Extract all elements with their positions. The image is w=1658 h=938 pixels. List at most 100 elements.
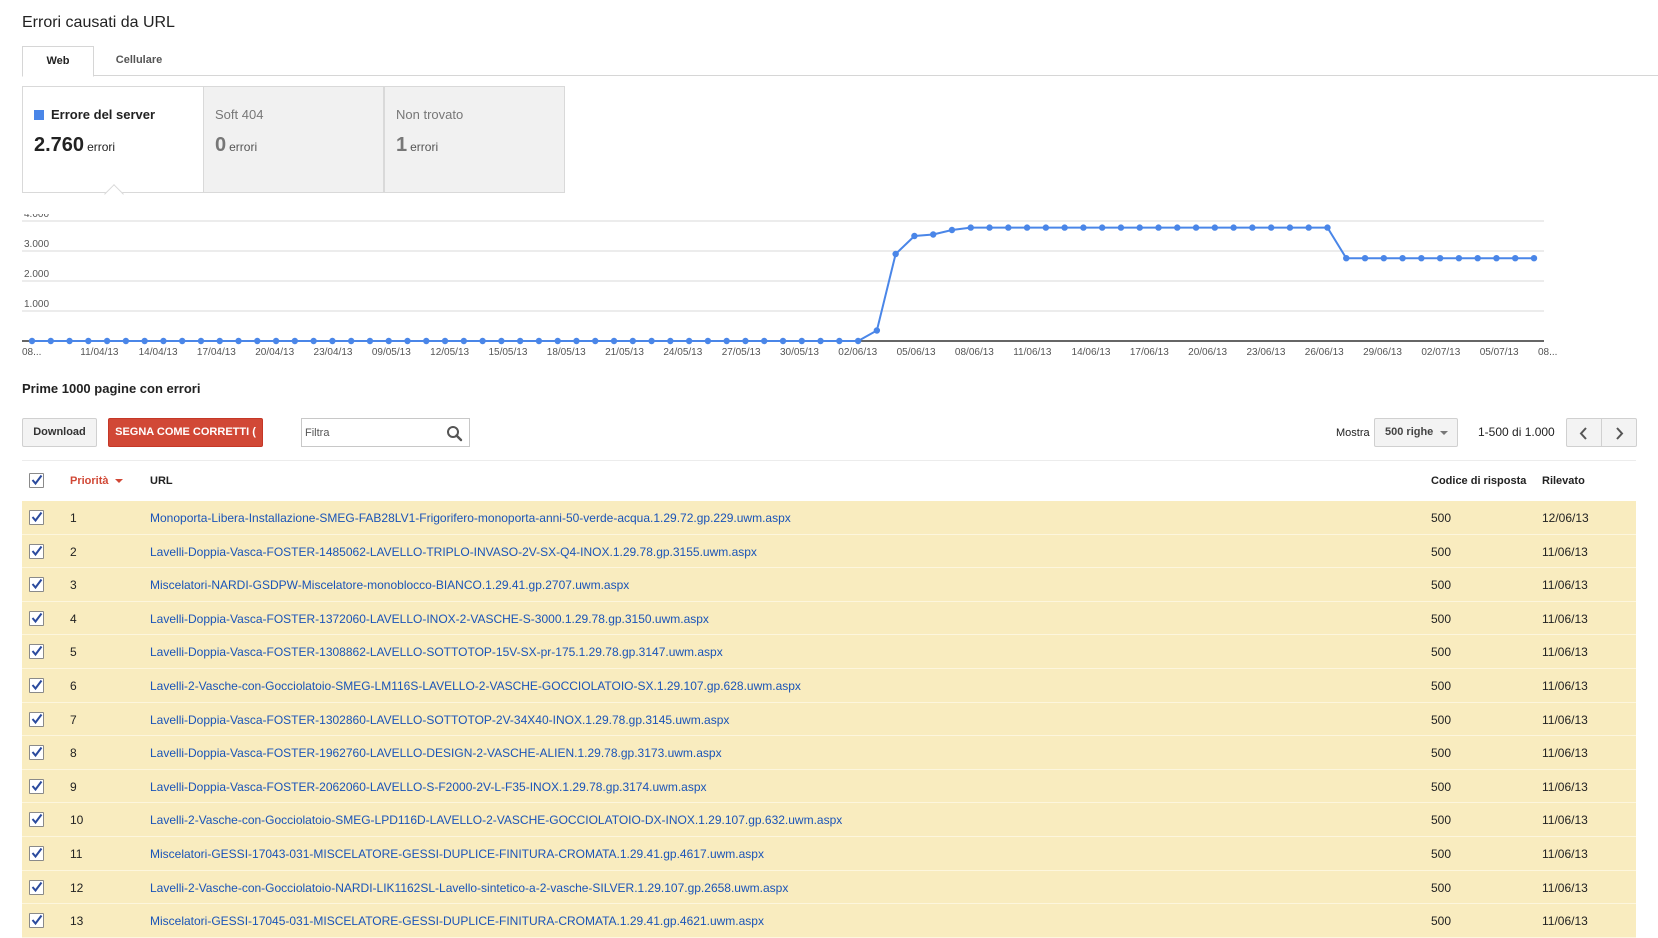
url-link[interactable]: Monoporta-Libera-Installazione-SMEG-FAB2…	[150, 511, 791, 525]
data-point	[404, 337, 411, 345]
rows-per-page-value: 500 righe	[1385, 426, 1434, 438]
priority-cell: 6	[70, 678, 77, 693]
x-tick-label: 15/05/13	[488, 347, 527, 358]
priority-column-header[interactable]: Priorità	[70, 475, 123, 487]
url-link[interactable]: Lavelli-Doppia-Vasca-FOSTER-2062060-LAVE…	[150, 780, 707, 794]
download-button[interactable]: Download	[22, 418, 97, 447]
data-point	[742, 337, 749, 345]
detected-date-cell: 11/06/13	[1542, 846, 1588, 861]
data-point	[535, 337, 543, 345]
priority-cell: 4	[70, 611, 77, 626]
url-link[interactable]: Miscelatori-NARDI-GSDPW-Miscelatore-mono…	[150, 578, 629, 592]
data-point	[1192, 224, 1200, 231]
data-point	[798, 337, 805, 345]
data-point	[85, 337, 92, 345]
data-point	[310, 337, 317, 345]
row-checkbox[interactable]	[29, 543, 44, 559]
search-icon[interactable]	[446, 425, 463, 442]
x-tick-label: 17/04/13	[197, 347, 236, 358]
check-icon	[31, 579, 43, 590]
row-checkbox[interactable]	[29, 812, 44, 828]
row-checkbox[interactable]	[29, 913, 44, 929]
data-point	[1512, 255, 1519, 262]
data-point	[592, 337, 599, 345]
row-checkbox[interactable]	[29, 745, 44, 761]
x-tick-label: 20/06/13	[1188, 347, 1227, 358]
x-tick-label: 05/06/13	[897, 347, 936, 358]
row-checkbox[interactable]	[29, 644, 44, 660]
url-link[interactable]: Lavelli-Doppia-Vasca-FOSTER-1302860-LAVE…	[150, 713, 729, 727]
data-point	[141, 337, 148, 345]
row-checkbox[interactable]	[29, 677, 44, 693]
next-page-button[interactable]	[1601, 418, 1637, 447]
data-point	[1399, 255, 1406, 262]
priority-cell: 9	[70, 779, 77, 794]
tab-web[interactable]: Web	[22, 46, 94, 77]
page-title: Errori causati da URL	[22, 14, 175, 31]
select-all-checkbox[interactable]	[29, 473, 44, 488]
pagination-range: 1-500 di 1.000	[1478, 425, 1555, 439]
url-link[interactable]: Lavelli-2-Vasche-con-Gocciolatoio-NARDI-…	[150, 881, 788, 895]
series-color-swatch	[34, 110, 44, 120]
x-tick-label: 14/04/13	[139, 347, 178, 358]
rows-per-page-select[interactable]: 500 righe	[1374, 418, 1458, 447]
chevron-right-icon	[1616, 427, 1624, 440]
previous-page-button[interactable]	[1566, 418, 1602, 447]
row-checkbox[interactable]	[29, 510, 44, 525]
url-link[interactable]: Lavelli-2-Vasche-con-Gocciolatoio-SMEG-L…	[150, 679, 801, 693]
detected-date-cell: 11/06/13	[1542, 746, 1588, 761]
response-code-cell: 500	[1431, 746, 1452, 761]
data-point	[629, 337, 636, 345]
table-row: 13 Miscelatori-GESSI-17045-031-MISCELATOR…	[22, 904, 1636, 938]
url-link[interactable]: Lavelli-Doppia-Vasca-FOSTER-1962760-LAVE…	[150, 746, 722, 760]
table-row: 9 Lavelli-Doppia-Vasca-FOSTER-2062060-LAV…	[22, 769, 1636, 804]
check-icon	[31, 713, 43, 724]
data-point	[179, 337, 186, 345]
data-point	[1267, 224, 1275, 231]
metric-soft-404[interactable]: Soft 404 0 errori	[203, 86, 384, 193]
url-link[interactable]: Lavelli-Doppia-Vasca-FOSTER-1372060-LAVE…	[150, 612, 709, 626]
url-link[interactable]: Miscelatori-GESSI-17045-031-MISCELATORE-…	[150, 914, 764, 928]
url-link[interactable]: Lavelli-Doppia-Vasca-FOSTER-1485062-LAVE…	[150, 545, 757, 559]
url-link[interactable]: Lavelli-2-Vasche-con-Gocciolatoio-SMEG-L…	[150, 813, 842, 827]
data-point	[930, 231, 937, 238]
series-line	[32, 226, 1534, 342]
x-tick-label: 11/04/13	[80, 347, 119, 358]
tab-bar: Web Cellulare	[22, 46, 1658, 77]
response-code-cell: 500	[1431, 712, 1452, 727]
detected-date-cell: 11/06/13	[1542, 779, 1588, 794]
response-code-cell: 500	[1431, 779, 1452, 794]
tab-mobile[interactable]: Cellulare	[102, 46, 176, 76]
data-point	[1343, 255, 1350, 262]
row-checkbox[interactable]	[29, 610, 44, 626]
row-checkbox[interactable]	[29, 778, 44, 794]
row-checkbox[interactable]	[29, 879, 44, 895]
table-row: 10 Lavelli-2-Vasche-con-Gocciolatoio-SMEG…	[22, 803, 1636, 837]
metric-server-error[interactable]: Errore del server 2.760 errori	[22, 86, 204, 204]
row-checkbox[interactable]	[29, 711, 44, 727]
mark-as-fixed-button[interactable]: SEGNA COME CORRETTI ( 500 )	[108, 418, 263, 465]
row-checkbox[interactable]	[29, 845, 44, 861]
url-link[interactable]: Miscelatori-GESSI-17043-031-MISCELATORE-…	[150, 847, 764, 861]
check-icon	[31, 646, 43, 657]
data-point	[948, 226, 956, 234]
data-point	[329, 337, 336, 345]
metric-value: 2.760 errori	[34, 134, 115, 157]
url-link[interactable]: Lavelli-Doppia-Vasca-FOSTER-1308862-LAVE…	[150, 645, 723, 659]
data-point	[723, 337, 730, 345]
table-row: 1 Monoporta-Libera-Installazione-SMEG-FAB…	[22, 501, 1636, 535]
data-point	[1061, 224, 1068, 231]
data-point	[498, 337, 505, 345]
x-tick-label: 26/06/13	[1305, 347, 1344, 358]
check-icon	[31, 474, 43, 486]
data-point	[1305, 224, 1312, 231]
filter-input[interactable]	[305, 424, 435, 442]
metric-label: Errore del server	[51, 107, 156, 122]
response-code-cell: 500	[1431, 678, 1452, 693]
metric-not-found[interactable]: Non trovato 1 errori	[384, 86, 565, 193]
row-checkbox[interactable]	[29, 577, 44, 593]
table-title: Prime 1000 pagine con errori	[22, 381, 201, 396]
response-code-column-header: Codice di risposta	[1431, 475, 1527, 487]
response-code-cell: 500	[1431, 880, 1452, 895]
table-row: 6 Lavelli-2-Vasche-con-Gocciolatoio-SMEG-…	[22, 668, 1636, 703]
